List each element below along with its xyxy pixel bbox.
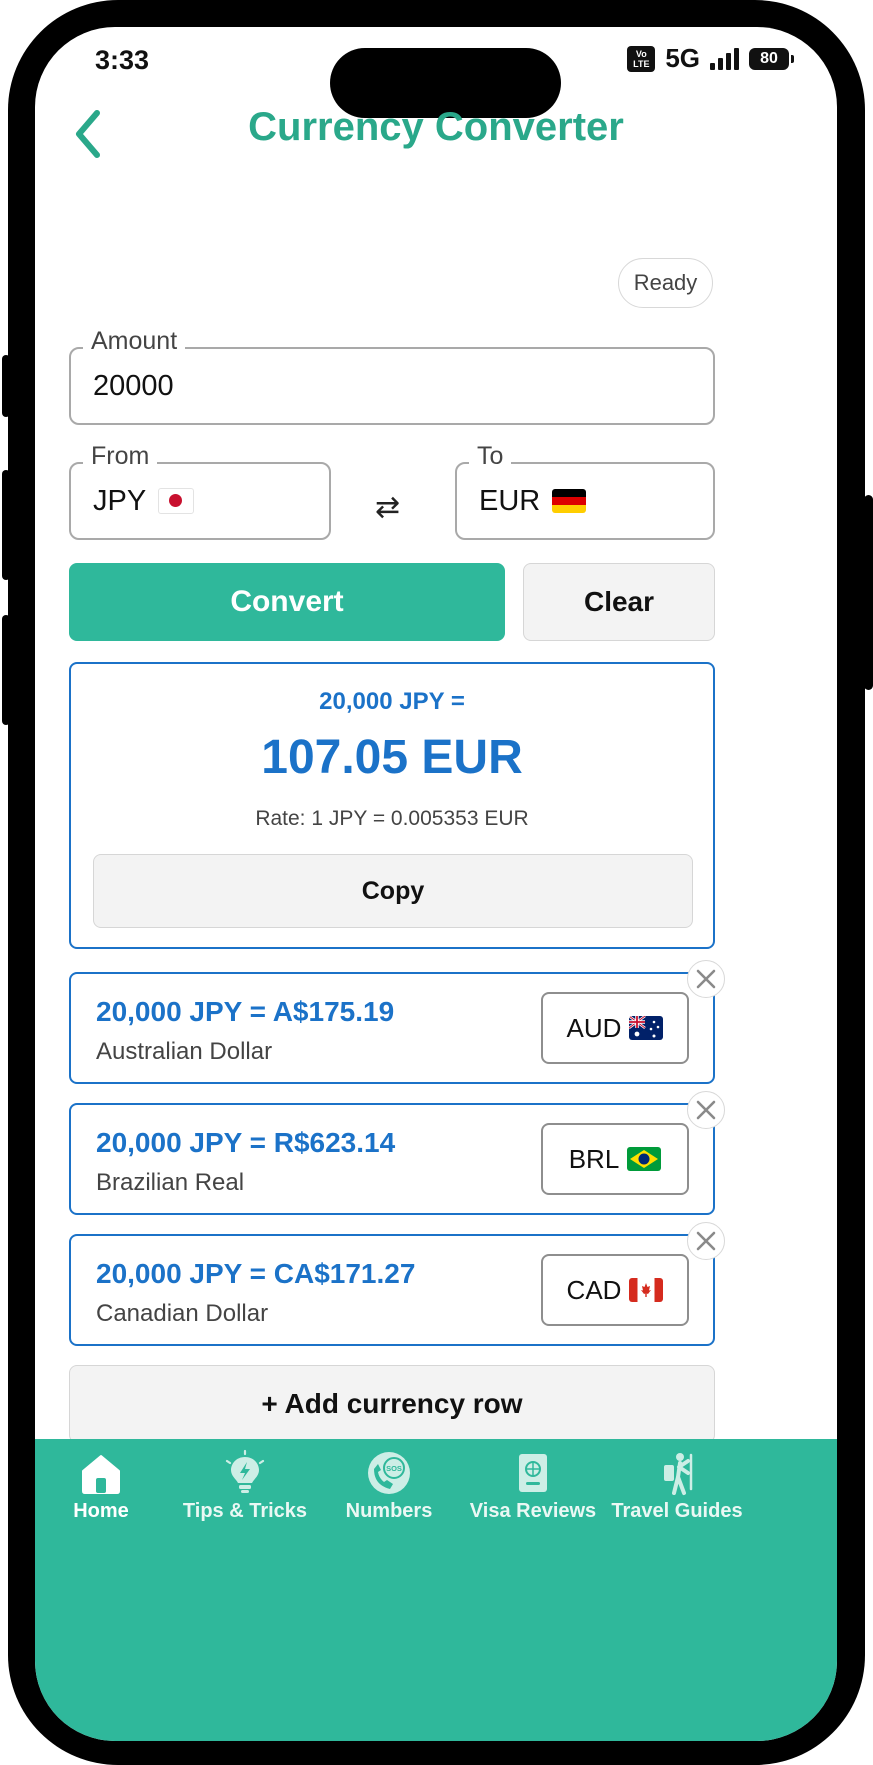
row-currency-code: AUD	[566, 1012, 622, 1043]
bottom-navigation: Home Tips & Tricks SOS Numbers Visa Revi…	[35, 1439, 837, 1741]
row-amount: 20,000 JPY = CA$171.27	[96, 1258, 416, 1289]
japan-flag	[158, 488, 195, 514]
row-currency-name: Australian Dollar	[96, 1038, 273, 1065]
amount-value: 20000	[93, 369, 174, 402]
signal-icon	[710, 47, 739, 70]
canada-flag	[629, 1278, 664, 1302]
traveler-icon	[664, 1453, 693, 1495]
from-currency-select[interactable]: From JPY	[69, 442, 331, 540]
status-indicators: Vo LTE 5G 80	[627, 43, 794, 74]
conversion-row-aud: 20,000 JPY = A$175.19 Australian Dollar …	[69, 972, 715, 1084]
row-currency-code: CAD	[566, 1274, 622, 1305]
row-currency-name: Brazilian Real	[96, 1169, 245, 1196]
battery-icon: 80	[749, 47, 794, 70]
result-rate: Rate: 1 JPY = 0.005353 EUR	[255, 807, 529, 830]
row-currency-code: BRL	[568, 1143, 620, 1174]
volume-down-button	[2, 615, 10, 725]
result-source: 20,000 JPY =	[319, 688, 465, 715]
germany-flag	[552, 489, 587, 513]
row-currency-name: Canadian Dollar	[96, 1300, 269, 1327]
row-amount: 20,000 JPY = R$623.14	[96, 1127, 396, 1158]
nav-label: Numbers	[345, 1500, 433, 1522]
close-icon	[696, 1100, 716, 1120]
page-title: Currency Converter	[248, 105, 624, 149]
australia-flag	[629, 1016, 664, 1040]
row-currency-select[interactable]: BRL	[541, 1123, 689, 1195]
remove-row-button[interactable]	[687, 1222, 725, 1260]
passport-icon	[519, 1454, 547, 1492]
action-button	[2, 355, 10, 417]
convert-button[interactable]: Convert	[69, 563, 505, 641]
to-label: To	[469, 442, 512, 471]
result-card: 20,000 JPY = 107.05 EUR Rate: 1 JPY = 0.…	[69, 662, 715, 949]
result-amount: 107.05 EUR	[261, 731, 523, 784]
from-label: From	[83, 442, 158, 471]
row-currency-select[interactable]: AUD	[541, 992, 689, 1064]
app-screen: 3:33 Vo LTE 5G 80 Currency Converter Read…	[35, 27, 837, 1741]
power-button	[864, 495, 873, 690]
amount-label: Amount	[83, 327, 186, 356]
from-currency-code: JPY	[93, 484, 147, 517]
clear-button[interactable]: Clear	[523, 563, 715, 641]
to-currency-select[interactable]: To EUR	[455, 442, 715, 540]
copy-button[interactable]: Copy	[93, 854, 693, 928]
home-icon	[82, 1455, 120, 1494]
status-time: 3:33	[95, 45, 150, 75]
lightbulb-icon	[225, 1449, 265, 1493]
swap-icon: ⇄	[375, 491, 401, 524]
remove-row-button[interactable]	[687, 960, 725, 998]
close-icon	[696, 1231, 716, 1251]
add-currency-row-button[interactable]: + Add currency row	[69, 1365, 715, 1443]
nav-label: Home	[73, 1500, 129, 1522]
row-currency-select[interactable]: CAD	[541, 1254, 689, 1326]
volte-icon: Vo LTE	[627, 45, 656, 72]
sos-phone-icon: SOS	[368, 1452, 410, 1494]
svg-text:SOS: SOS	[386, 1464, 402, 1473]
conversion-row-cad: 20,000 JPY = CA$171.27 Canadian Dollar C…	[69, 1234, 715, 1346]
to-currency-code: EUR	[479, 484, 541, 517]
amount-field[interactable]: Amount 20000	[69, 327, 715, 425]
swap-currencies-button[interactable]: ⇄	[375, 490, 400, 525]
volume-up-button	[2, 470, 10, 580]
row-amount: 20,000 JPY = A$175.19	[96, 996, 395, 1027]
brazil-flag	[627, 1147, 662, 1171]
network-type: 5G	[665, 43, 700, 73]
nav-label: Visa Reviews	[469, 1500, 597, 1522]
status-badge: Ready	[618, 258, 713, 308]
close-icon	[696, 969, 716, 989]
remove-row-button[interactable]	[687, 1091, 725, 1129]
nav-label: Travel Guides	[611, 1500, 743, 1522]
nav-label: Tips & Tricks	[182, 1500, 308, 1522]
conversion-row-brl: 20,000 JPY = R$623.14 Brazilian Real BRL	[69, 1103, 715, 1215]
